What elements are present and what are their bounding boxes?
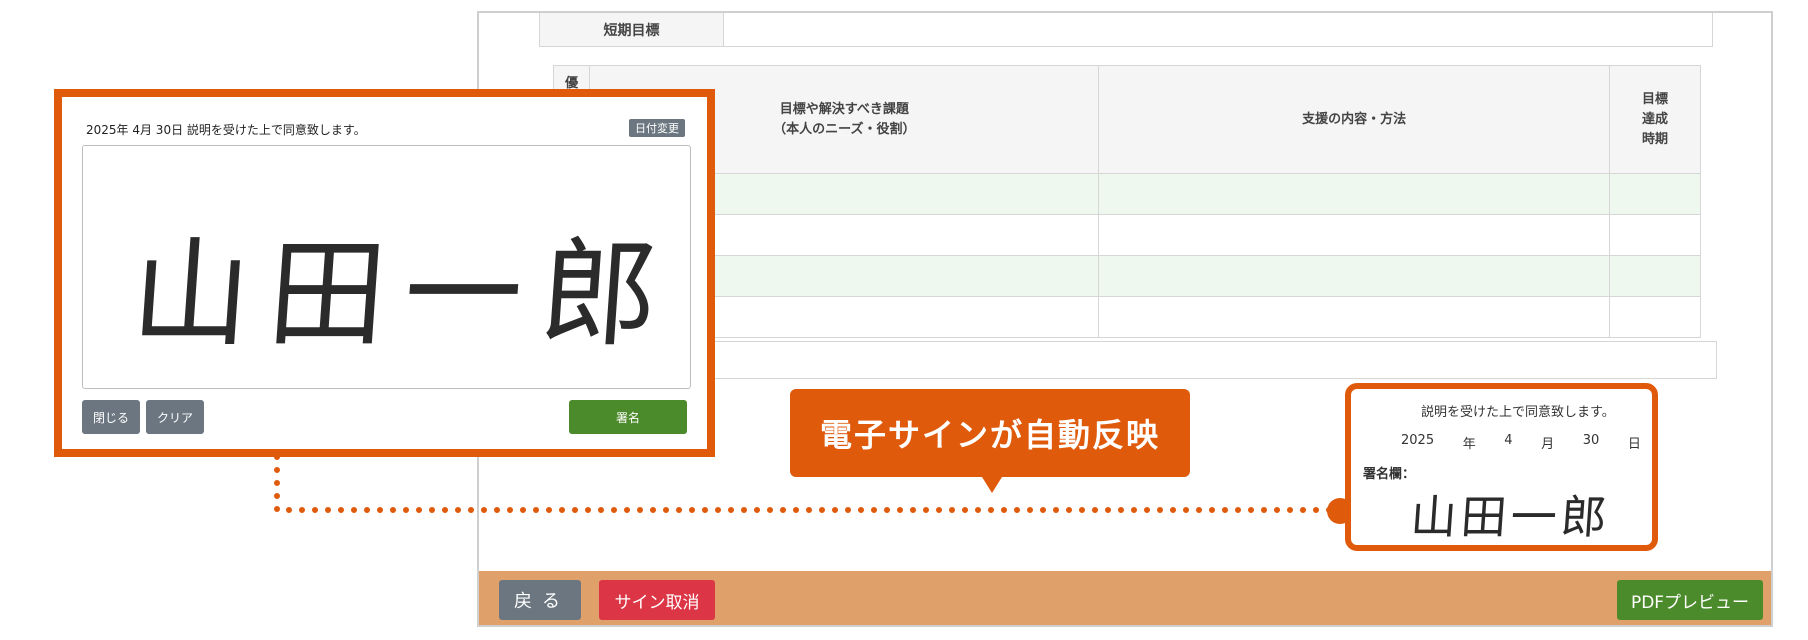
short-term-goal-row: 短期目標	[539, 13, 1713, 47]
consent-day-unit: 日	[1627, 437, 1641, 452]
short-term-goal-label: 短期目標	[540, 13, 724, 46]
memo-field[interactable]	[571, 341, 1717, 379]
consent-year-unit: 年	[1462, 437, 1476, 452]
dialog-consent-text: 2025年 4月 30日 説明を受けた上で同意致します。	[86, 123, 366, 137]
consent-month: 4	[1504, 433, 1513, 448]
consent-year: 2025	[1401, 433, 1435, 448]
timing-header: 目標 達成 時期	[1609, 65, 1701, 174]
table-row	[552, 214, 1701, 256]
signature-result-box: 説明を受けた上で同意致します。 2025 年 4 月 30 日 署名欄： 山田一…	[1345, 383, 1658, 551]
auto-reflect-callout: 電子サインが自動反映	[790, 389, 1190, 493]
cancel-sign-button[interactable]: サイン取消	[599, 580, 715, 620]
back-button[interactable]: 戻る	[499, 580, 581, 620]
table-row	[552, 255, 1701, 297]
goal-table: 優 目標や解決すべき課題 （本人のニーズ・役割） 支援の内容・方法 目標 達成 …	[552, 65, 1701, 338]
table-row	[552, 173, 1701, 215]
signature-dialog: 2025年 4月 30日 説明を受けた上で同意致します。 日付変更 山田一郎 閉…	[54, 89, 715, 457]
signature-image: 山田一郎	[1408, 490, 1613, 544]
close-button[interactable]: 閉じる	[82, 400, 140, 434]
consent-day: 30	[1582, 433, 1600, 448]
consent-date: 2025 年 4 月 30 日	[1401, 433, 1641, 452]
date-change-button[interactable]: 日付変更	[629, 119, 685, 137]
short-term-goal-value[interactable]	[724, 13, 1712, 46]
consent-month-unit: 月	[1541, 437, 1555, 452]
signature-field-label: 署名欄：	[1363, 467, 1416, 482]
pdf-preview-button[interactable]: PDFプレビュー	[1617, 580, 1763, 620]
clear-button[interactable]: クリア	[146, 400, 204, 434]
sign-button[interactable]: 署名	[569, 400, 687, 434]
footer-bar: 戻る サイン取消 PDFプレビュー	[479, 571, 1771, 625]
handwritten-signature: 山田一郎	[127, 225, 682, 363]
table-row	[552, 296, 1701, 338]
consent-text: 説明を受けた上で同意致します。	[1421, 405, 1615, 420]
signature-canvas[interactable]: 山田一郎	[82, 145, 691, 389]
support-header: 支援の内容・方法	[1098, 65, 1611, 174]
goal-table-header: 優 目標や解決すべき課題 （本人のニーズ・役割） 支援の内容・方法 目標 達成 …	[552, 65, 1701, 174]
